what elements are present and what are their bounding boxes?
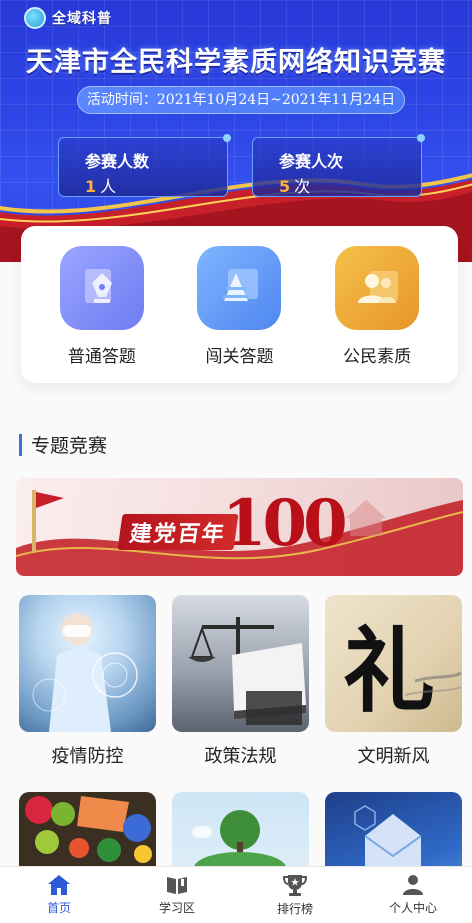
people-icon [335,246,420,330]
tab-profile[interactable]: 个人中心 [354,867,472,923]
brand-logo: 全域科普 [24,7,112,29]
activity-period: 活动时间：2021年10月24日~2021年11月24日 [77,86,405,114]
section-heading-bar [19,433,22,456]
feature-civic-quality[interactable]: 公民素质 [317,246,437,383]
tab-study-label: 学习区 [158,901,195,915]
tab-ranking-label: 排行榜 [276,902,313,916]
feature-normal-quiz[interactable]: 普通答题 [42,246,162,383]
tab-study[interactable]: 学习区 [118,867,236,923]
feature-card: 普通答题 闯关答题 公民素质 [21,226,458,383]
party-banner-slogan: 建党百年 [117,514,239,550]
feature-level-quiz[interactable]: 闯关答题 [179,246,299,383]
feature-civic-quality-label: 公民素质 [343,347,412,367]
feature-normal-quiz-label: 普通答题 [67,347,136,367]
book-icon [167,877,187,894]
stat-participants-label: 参赛人数 [85,152,150,171]
topic-civility-label: 文明新风 [357,746,430,767]
corner-dot-icon [223,134,231,142]
trophy-icon [282,875,308,896]
stat-entries-value: 5次 [279,173,310,197]
corner-dot-icon [417,134,425,142]
stat-entries: 参赛人次 5次 [252,134,425,197]
topic-civility[interactable]: 礼 文明新风 [325,595,462,768]
topic-epidemic-image [19,595,156,732]
stat-participants-value: 1人 [85,173,116,197]
home-icon [48,875,70,895]
stat-participants: 参赛人数 1人 [58,134,231,197]
section-heading-text: 专题竞赛 [31,435,108,457]
tab-home[interactable]: 首页 [0,867,118,923]
bottom-tab-bar: 首页 学习区 排行榜 个人中心 [0,866,472,923]
party-banner-number: 100 [222,486,348,561]
stat-entries-label: 参赛人次 [279,152,344,171]
pen-nib-icon [59,246,144,330]
stat-participants-unit: 人 [100,177,117,196]
party-centenary-banner[interactable]: 100 建党百年 [16,478,463,576]
tab-home-label: 首页 [46,901,71,915]
stat-participants-number: 1 [85,177,97,196]
user-icon [403,875,423,895]
topic-epidemic[interactable]: 疫情防控 [19,595,156,768]
tab-profile-label: 个人中心 [388,901,437,915]
page-title: 天津市全民科学素质网络知识竞赛 [26,47,446,78]
topic-law-image [172,595,309,732]
topic-epidemic-label: 疫情防控 [51,746,124,767]
topic-civility-image: 礼 [325,595,462,732]
app-root: 全域科普 天津市全民科学素质网络知识竞赛 活动时间：2021年10月24日~20… [0,0,472,923]
feature-level-quiz-label: 闯关答题 [205,347,274,367]
svg-text:礼: 礼 [343,617,435,725]
topic-law[interactable]: 政策法规 [172,595,309,768]
tab-ranking[interactable]: 排行榜 [236,867,354,923]
pyramid-icon [197,246,282,330]
brand-logo-text: 全域科普 [52,11,112,27]
brand-logo-icon [24,7,46,29]
stat-entries-unit: 次 [294,177,311,196]
hero-banner: 全域科普 天津市全民科学素质网络知识竞赛 活动时间：2021年10月24日~20… [0,0,472,262]
section-heading: 专题竞赛 [19,431,107,458]
stat-entries-number: 5 [279,177,291,196]
topic-law-label: 政策法规 [204,746,277,767]
